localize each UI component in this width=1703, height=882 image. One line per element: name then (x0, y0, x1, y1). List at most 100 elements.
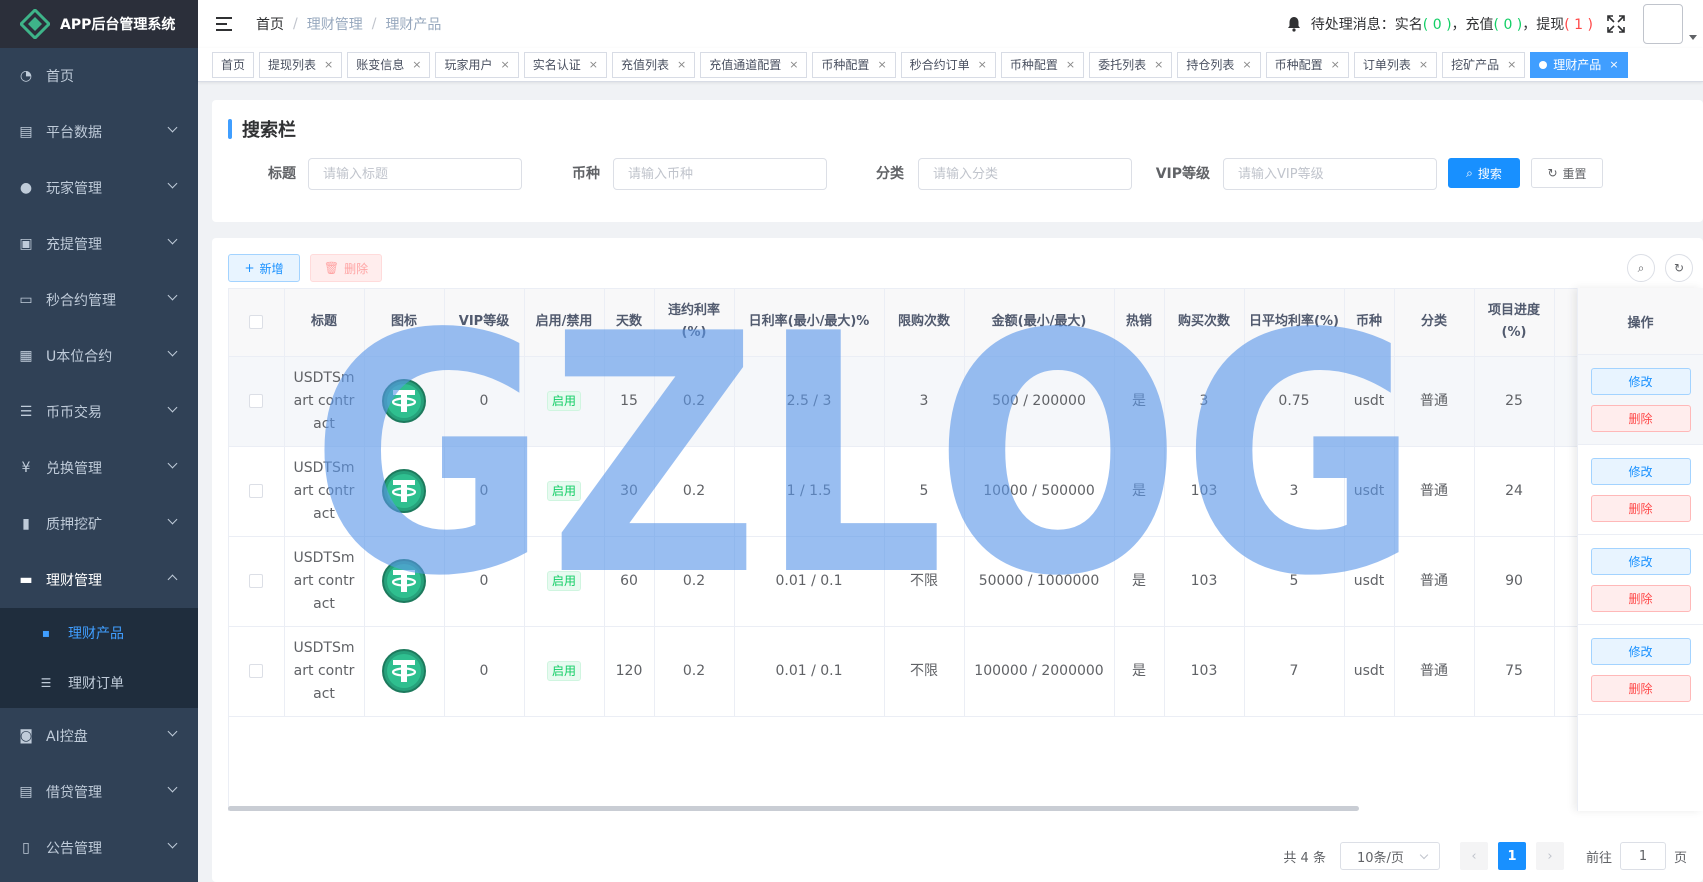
edit-button[interactable]: 修改 (1590, 547, 1691, 575)
row-select-cell[interactable] (229, 626, 285, 717)
sidebar-item-u-contract[interactable]: ▦ U本位合约 (0, 328, 198, 384)
tag-item[interactable]: 币种配置 × (1265, 51, 1349, 78)
row-select-cell[interactable] (229, 446, 285, 537)
tag-item[interactable]: 玩家用户 × (435, 51, 519, 78)
close-icon[interactable]: × (677, 58, 686, 71)
bell-icon[interactable] (1287, 16, 1301, 32)
tag-item[interactable]: 币种配置 × (812, 51, 896, 78)
reset-button[interactable]: ↻ 重置 (1531, 158, 1603, 188)
sidebar-item-deposit-withdraw[interactable]: ▣ 充提管理 (0, 216, 198, 272)
tag-item[interactable]: 充值通道配置 × (700, 51, 808, 78)
select-all-cell[interactable] (229, 289, 285, 357)
logo[interactable]: APP后台管理系统 (0, 0, 198, 48)
tag-label: 首页 (221, 58, 246, 72)
refresh-button[interactable]: ↻ (1665, 254, 1693, 282)
next-page-button[interactable]: › (1535, 842, 1564, 870)
horizontal-scrollbar[interactable] (228, 806, 1359, 811)
sidebar-item-home[interactable]: ◔ 首页 (0, 48, 198, 104)
goto-page-input[interactable] (1619, 842, 1666, 870)
close-icon[interactable]: × (1419, 58, 1428, 71)
close-icon[interactable]: × (789, 58, 798, 71)
sidebar-item-ai-control[interactable]: ◙ AI控盘 (0, 708, 198, 764)
chevron-down-icon (167, 514, 178, 525)
hamburger-icon[interactable] (216, 17, 234, 31)
tag-active[interactable]: 理财产品 × (1530, 51, 1628, 78)
checkbox[interactable] (249, 663, 264, 678)
sidebar-item-loans[interactable]: ▤ 借贷管理 (0, 764, 198, 820)
tag-item[interactable]: 实名认证 × (523, 51, 607, 78)
close-icon[interactable]: × (324, 58, 333, 71)
sidebar-item-platform-data[interactable]: ▤ 平台数据 (0, 104, 198, 160)
close-icon[interactable]: × (877, 58, 886, 71)
sidebar-item-exchange[interactable]: ¥ 兑换管理 (0, 440, 198, 496)
sidebar-item-finance-products[interactable]: ▪ 理财产品 (0, 608, 198, 658)
table-row[interactable]: USDTSmart contract 0 启用 30 0.2 1 / 1.5 5 10000 … (229, 446, 1615, 537)
search-button[interactable]: ⌕ 搜索 (1448, 158, 1520, 188)
tag-item[interactable]: 提现列表 × (259, 51, 343, 78)
page-number-current[interactable]: 1 (1497, 842, 1526, 870)
sidebar-item-finance-orders[interactable]: ☰ 理财订单 (0, 658, 198, 708)
close-icon[interactable]: × (1609, 58, 1618, 71)
sidebar-item-spot-trading[interactable]: ☰ 币币交易 (0, 384, 198, 440)
category-input[interactable] (918, 158, 1132, 190)
coin-input[interactable] (613, 158, 827, 190)
toggle-search-button[interactable]: ⌕ (1627, 254, 1655, 282)
caret-down-icon[interactable] (1689, 34, 1697, 40)
tag-item[interactable]: 委托列表 × (1089, 51, 1173, 78)
avatar[interactable] (1643, 4, 1683, 44)
close-icon[interactable]: × (1066, 58, 1075, 71)
fullscreen-icon[interactable] (1607, 15, 1625, 33)
row-select-cell[interactable] (229, 356, 285, 447)
tag-item[interactable]: 币种配置 × (1000, 51, 1085, 78)
sidebar-item-player-mgmt[interactable]: ● 玩家管理 (0, 160, 198, 216)
tag-item[interactable]: 账变信息 × (347, 51, 431, 78)
delete-button[interactable]: 删除 (1590, 404, 1691, 432)
tag-item[interactable]: 秒合约订单 × (900, 51, 996, 78)
title-input[interactable] (308, 158, 522, 190)
sidebar-item-staking[interactable]: ▮ 质押挖矿 (0, 496, 198, 552)
sidebar-item-label: 理财订单 (68, 676, 124, 692)
checkbox[interactable] (249, 314, 264, 329)
tag-item[interactable]: 挖矿产品 × (1442, 51, 1526, 78)
vip-input[interactable] (1223, 158, 1437, 190)
sidebar-item-second-contract[interactable]: ▭ 秒合约管理 (0, 272, 198, 328)
close-icon[interactable]: × (1507, 58, 1516, 71)
close-icon[interactable]: × (1331, 58, 1340, 71)
pagination: 共 4 条 10条/页 ‹ 1 › 前往 页 (1283, 842, 1703, 870)
close-icon[interactable]: × (1242, 58, 1251, 71)
row-select-cell[interactable] (229, 536, 285, 627)
close-icon[interactable]: × (1154, 58, 1163, 71)
sidebar-item-announcements[interactable]: ▯ 公告管理 (0, 820, 198, 876)
checkbox[interactable] (249, 573, 264, 588)
pending-messages[interactable]: 待处理消息：实名( 0 )，充值( 0 )，提现( 1 ) (1311, 14, 1593, 34)
table-row[interactable]: USDTSmart contract 0 启用 120 0.2 0.01 / 0.1 不限 1… (229, 626, 1615, 717)
checkbox[interactable] (249, 393, 264, 408)
tag-item[interactable]: 订单列表 × (1353, 51, 1438, 78)
table-row[interactable]: USDTSmart contract 0 启用 15 0.2 2.5 / 3 3 500 / … (229, 356, 1615, 447)
close-icon[interactable]: × (978, 58, 987, 71)
close-icon[interactable]: × (412, 58, 421, 71)
tag-item[interactable]: 持仓列表 × (1177, 51, 1261, 78)
amount-cell: 500 / 200000 (964, 356, 1115, 447)
delete-button[interactable]: 删除 (1590, 584, 1691, 612)
delete-button[interactable]: 删除 (1590, 494, 1691, 522)
tag-item[interactable]: 充值列表 × (611, 51, 696, 78)
page-size-select[interactable]: 10条/页 (1339, 842, 1440, 870)
edit-button[interactable]: 修改 (1590, 457, 1691, 485)
usdt-coin-icon (382, 559, 426, 603)
edit-button[interactable]: 修改 (1590, 637, 1691, 665)
table-row[interactable]: USDTSmart contract 0 启用 60 0.2 0.01 / 0.1 不限 50… (229, 536, 1615, 627)
tag-home[interactable]: 首页 (212, 51, 255, 78)
close-icon[interactable]: × (589, 58, 598, 71)
prev-page-button[interactable]: ‹ (1459, 842, 1488, 870)
breadcrumb-home[interactable]: 首页 (256, 14, 284, 34)
edit-button[interactable]: 修改 (1590, 367, 1691, 395)
checkbox[interactable] (249, 483, 264, 498)
add-button[interactable]: + 新增 (228, 254, 300, 282)
breadcrumb-finance[interactable]: 理财管理 (307, 14, 363, 34)
sidebar-item-finance[interactable]: ▬ 理财管理 (0, 552, 198, 608)
progress-cell: 75 (1474, 626, 1555, 717)
close-icon[interactable]: × (501, 58, 510, 71)
batch-delete-button[interactable]: 🗑 删除 (310, 254, 382, 282)
delete-button[interactable]: 删除 (1590, 674, 1691, 702)
